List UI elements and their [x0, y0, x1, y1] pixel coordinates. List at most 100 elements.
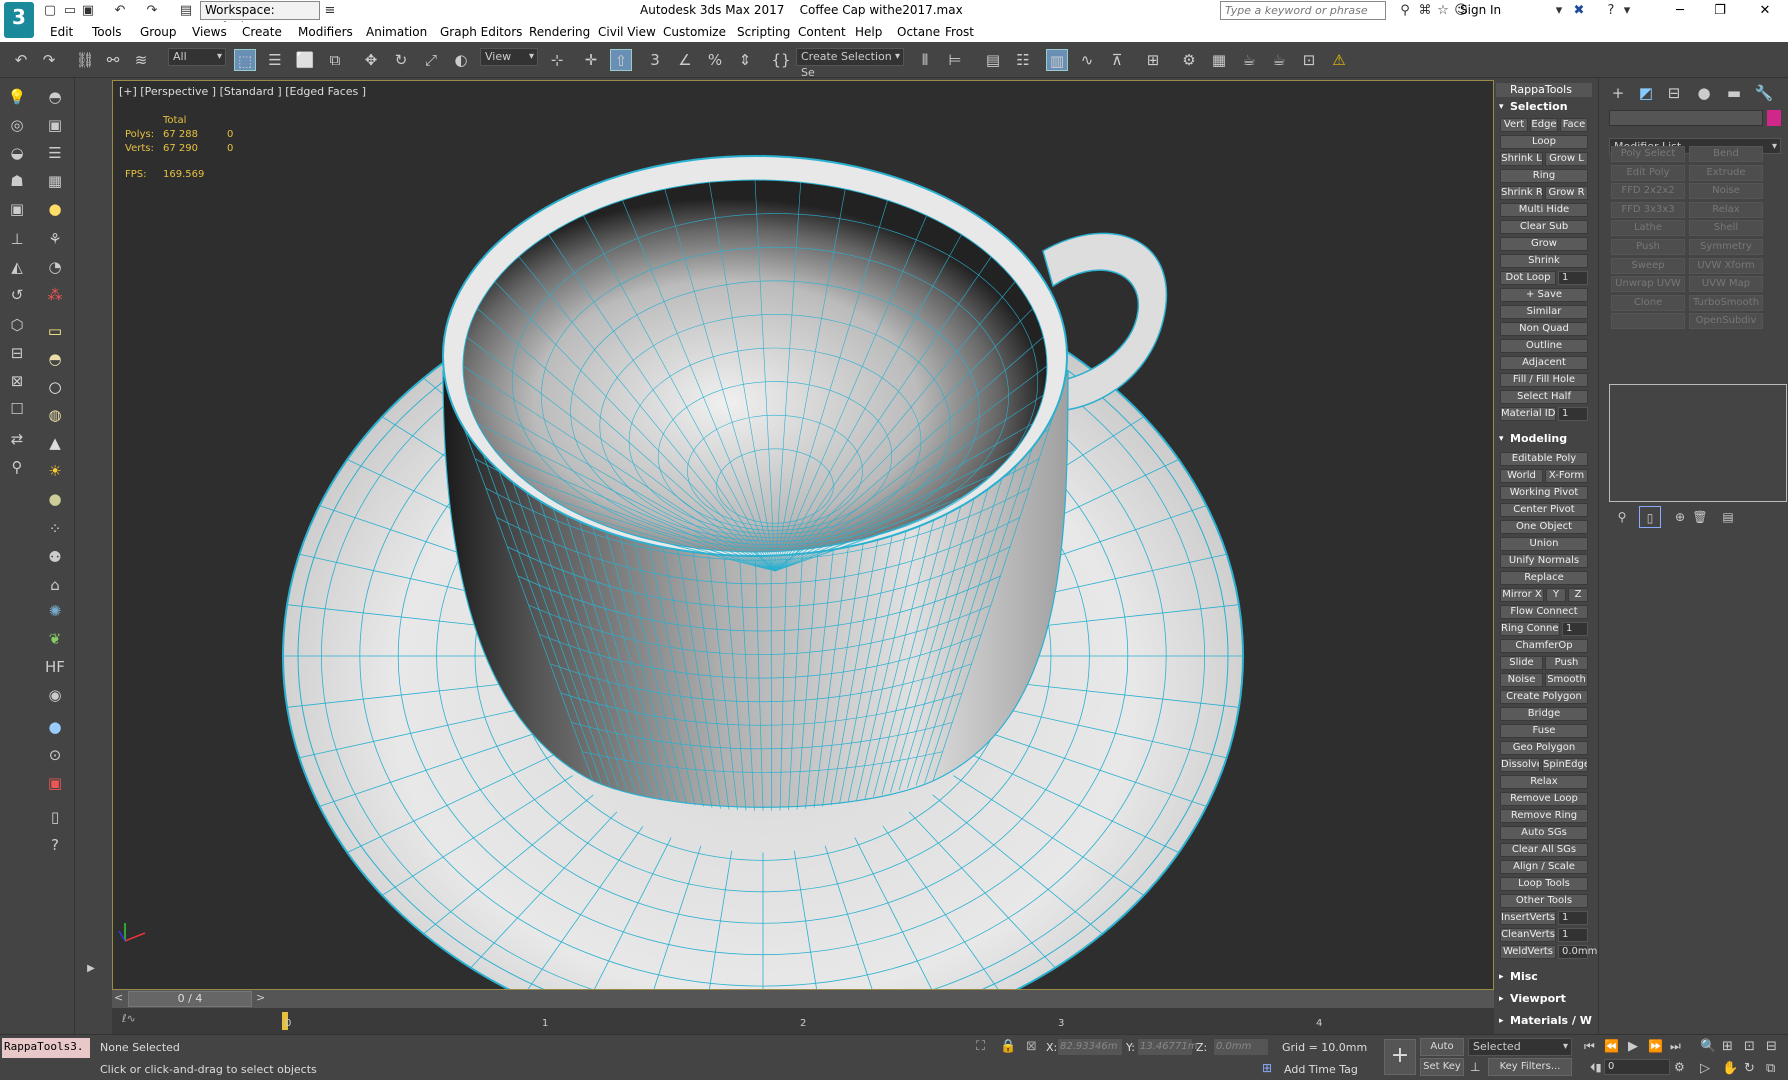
people-icon[interactable]: ☗ — [6, 170, 28, 192]
noise-button[interactable]: Noise — [1500, 673, 1543, 687]
unify-normals-button[interactable]: Unify Normals — [1500, 554, 1588, 568]
particles-icon[interactable]: ⁂ — [44, 284, 66, 306]
help-dropdown-icon[interactable]: ▾ — [1618, 2, 1636, 20]
workspace-menu-icon[interactable]: ≡ — [322, 3, 338, 19]
dropdown-arrow-icon[interactable]: ▾ — [1550, 2, 1568, 20]
modifier-button[interactable]: OpenSubdiv — [1689, 313, 1763, 330]
next-frame-icon[interactable]: ⏩ — [1648, 1039, 1663, 1053]
menu-create[interactable]: Create — [242, 25, 282, 39]
clear-all-sgs-button[interactable]: Clear All SGs — [1500, 843, 1588, 857]
rendered-frame-window-icon[interactable]: ▦ — [1208, 49, 1230, 71]
bridge-button[interactable]: Bridge — [1500, 707, 1588, 721]
select-by-name-icon[interactable]: ☰ — [264, 49, 286, 71]
rotate-icon[interactable]: ↺ — [6, 284, 28, 306]
modifier-button[interactable]: Unwrap UVW — [1611, 276, 1685, 293]
mirror-icon[interactable]: ⫴ — [914, 49, 936, 71]
y-coordinate-field[interactable]: 13.46771m — [1138, 1039, 1197, 1055]
redo-icon[interactable]: ↷ — [38, 49, 60, 71]
teapot-primitive-icon[interactable]: ◓ — [44, 86, 66, 108]
create-light-icon[interactable]: 💡 — [6, 86, 28, 108]
previous-frame-icon[interactable]: ⏪ — [1604, 1039, 1619, 1053]
track-bar[interactable]: ℓ∿ 0 1 2 3 4 — [112, 1008, 1494, 1034]
time-config-icon[interactable]: ⚙ — [1674, 1060, 1685, 1074]
select-move-icon[interactable]: ✥ — [360, 49, 382, 71]
configure-modifier-sets-icon[interactable]: ▤ — [1717, 506, 1739, 528]
search-input[interactable]: Type a keyword or phrase — [1220, 1, 1386, 20]
help-circle-icon[interactable]: ? — [44, 834, 66, 856]
isolate-selection-icon[interactable]: ⛶ — [976, 1039, 985, 1054]
create-tab-icon[interactable]: + — [1607, 82, 1629, 104]
non-quad-button[interactable]: Non Quad — [1500, 322, 1588, 336]
window-crossing-icon[interactable]: ⧉ — [324, 49, 346, 71]
minimize-button[interactable]: ─ — [1660, 0, 1700, 22]
plane-icon[interactable]: ▭ — [44, 320, 66, 342]
pivot-center-icon[interactable]: ⊹ — [546, 49, 568, 71]
z-coordinate-field[interactable]: 0.0mm — [1214, 1039, 1268, 1055]
time-slider[interactable]: < 0 / 4 > — [112, 990, 1494, 1008]
modifier-stack[interactable] — [1609, 384, 1787, 502]
section-materials[interactable]: Materials / W — [1496, 1013, 1592, 1029]
auto-sgs-button[interactable]: Auto SGs — [1500, 826, 1588, 840]
phone-icon[interactable]: ▯ — [44, 806, 66, 828]
modifier-button[interactable]: UVW Xform — [1689, 257, 1763, 274]
remove-ring-button[interactable]: Remove Ring — [1500, 809, 1588, 823]
display-tab-icon[interactable]: ▬ — [1723, 82, 1745, 104]
exchange-icon[interactable]: ✖ — [1570, 2, 1588, 20]
display-icon[interactable]: ⬡ — [6, 314, 28, 336]
close-button[interactable]: ✕ — [1745, 0, 1785, 22]
render-in-cloud-icon[interactable]: ⊡ — [1298, 49, 1320, 71]
dome-icon[interactable]: ◓ — [44, 348, 66, 370]
menu-modifiers[interactable]: Modifiers — [298, 25, 353, 39]
scatter-icon[interactable]: ⁘ — [44, 518, 66, 540]
camera-target-icon[interactable]: ⌂ — [44, 574, 66, 596]
x-coordinate-field[interactable]: 82.93346m — [1058, 1039, 1122, 1055]
tape-icon[interactable]: ◭ — [6, 256, 28, 278]
ref-coord-dropdown[interactable]: View — [480, 48, 538, 66]
current-frame-field[interactable]: 0 — [1604, 1059, 1670, 1075]
render-frame-icon[interactable]: ▣ — [44, 114, 66, 136]
outline-button[interactable]: Outline — [1500, 339, 1588, 353]
layer-explorer-icon[interactable]: ☷ — [1012, 49, 1034, 71]
modifier-button[interactable]: Lathe — [1611, 220, 1685, 237]
modifier-button[interactable] — [1611, 313, 1685, 330]
pivot-icon[interactable]: ⊥ — [6, 228, 28, 250]
union-button[interactable]: Union — [1500, 537, 1588, 551]
xform-button[interactable]: X-Form — [1545, 469, 1588, 483]
utilities-icon[interactable]: ☐ — [6, 398, 28, 420]
schematic-view-icon[interactable]: ⊼ — [1106, 49, 1128, 71]
light-omni-icon[interactable]: ● — [44, 198, 66, 220]
modifier-button[interactable]: Symmetry — [1689, 239, 1763, 255]
clean-verts-button[interactable]: CleanVerts — [1500, 928, 1556, 942]
replace-button[interactable]: Replace — [1500, 571, 1588, 585]
section-misc[interactable]: Misc — [1496, 969, 1592, 985]
binoculars-icon[interactable]: ⚲ — [1396, 2, 1414, 20]
ball-icon[interactable]: ● — [44, 488, 66, 510]
key-set-dropdown[interactable]: Selected — [1468, 1038, 1572, 1056]
selection-lock-icon[interactable]: 🔒 — [1000, 1039, 1016, 1054]
fuse-button[interactable]: Fuse — [1500, 724, 1588, 738]
zoom-extents-icon[interactable]: ⊡ — [1744, 1039, 1755, 1054]
center-pivot-button[interactable]: Center Pivot — [1500, 503, 1588, 517]
flow-connect-button[interactable]: Flow Connect — [1500, 605, 1588, 619]
select-half-button[interactable]: Select Half — [1500, 390, 1588, 404]
selection-filter-dropdown[interactable]: All — [168, 48, 226, 66]
modifier-button[interactable]: Poly Select — [1611, 146, 1685, 162]
menu-content[interactable]: Content — [798, 25, 846, 39]
remove-modifier-icon[interactable]: 🗑 — [1689, 506, 1711, 528]
key-filters-button[interactable]: Key Filters... — [1488, 1058, 1572, 1076]
modifier-button[interactable]: Shell — [1689, 220, 1763, 237]
geo-sphere-icon[interactable]: ◍ — [44, 404, 66, 426]
3dsmax-logo-icon[interactable]: 3 — [4, 2, 34, 38]
select-manipulate-icon[interactable]: ✛ — [580, 49, 602, 71]
expand-arrow-icon[interactable]: ▶ — [80, 958, 102, 980]
editable-poly-button[interactable]: Editable Poly — [1500, 452, 1588, 466]
bind-space-warp-icon[interactable]: ≋ — [130, 49, 152, 71]
go-to-start-icon[interactable]: ⏮ — [1584, 1039, 1595, 1054]
relax-button[interactable]: Relax — [1500, 775, 1588, 789]
weld-verts-spinner[interactable]: 0.0mm — [1558, 945, 1597, 959]
object-name-field[interactable] — [1609, 110, 1763, 126]
unlink-icon[interactable]: ⚯ — [102, 49, 124, 71]
modifier-button[interactable]: Push — [1611, 239, 1685, 255]
chamferop-button[interactable]: ChamferOp — [1500, 639, 1588, 653]
select-rotate-icon[interactable]: ↻ — [390, 49, 412, 71]
